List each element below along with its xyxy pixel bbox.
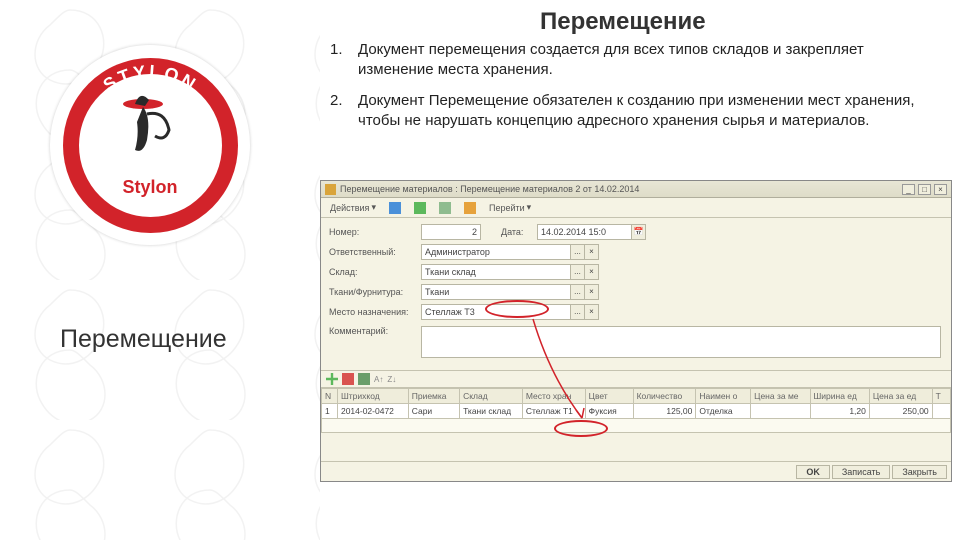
bottom-bar: OK Записать Закрыть: [321, 461, 951, 481]
toolbar-btn-4[interactable]: [459, 200, 481, 216]
add-row-icon[interactable]: [326, 373, 338, 385]
dest-select-button[interactable]: ...: [571, 304, 585, 320]
toolbar-btn-2[interactable]: [409, 200, 431, 216]
report-icon: [464, 202, 476, 214]
edit-row-icon[interactable]: [358, 373, 370, 385]
logo-brand: Stylon: [115, 177, 185, 198]
side-title: Перемещение: [60, 325, 227, 354]
number-label: Номер:: [329, 227, 421, 237]
refresh-icon: [439, 202, 451, 214]
ok-button[interactable]: OK: [796, 465, 830, 479]
comment-input[interactable]: [421, 326, 941, 358]
date-picker-button[interactable]: 📅: [632, 224, 646, 240]
titlebar: Перемещение материалов : Перемещение мат…: [321, 181, 951, 198]
resp-select-button[interactable]: ...: [571, 244, 585, 260]
sort-asc-icon[interactable]: A↑: [374, 375, 383, 384]
table-row-empty[interactable]: [322, 419, 951, 433]
sklad-clear-button[interactable]: ×: [585, 264, 599, 280]
resp-clear-button[interactable]: ×: [585, 244, 599, 260]
save-button[interactable]: Записать: [832, 465, 890, 479]
maximize-button[interactable]: □: [918, 184, 931, 195]
go-menu[interactable]: Перейти ▾: [484, 200, 536, 215]
bullet-2: 2. Документ Перемещение обязателен к соз…: [330, 91, 940, 132]
close-dialog-button[interactable]: Закрыть: [892, 465, 947, 479]
post-icon: [414, 202, 426, 214]
logo: STYLON ШВЕЙНОЕ ПРОИЗВОДСТВО Stylon: [50, 45, 250, 245]
dest-input[interactable]: Стеллаж Т3: [421, 304, 571, 320]
comment-label: Комментарий:: [329, 326, 421, 336]
data-grid[interactable]: N Штрихкод Приемка Склад Место хран Цвет…: [321, 388, 951, 433]
bullet-list: 1. Документ перемещения создается для вс…: [330, 40, 940, 141]
sklad-input[interactable]: Ткани склад: [421, 264, 571, 280]
date-input[interactable]: 14.02.2014 15:0: [537, 224, 632, 240]
sort-desc-icon[interactable]: Z↓: [387, 375, 396, 384]
grid-header-row: N Штрихкод Приемка Склад Место хран Цвет…: [322, 389, 951, 404]
number-input[interactable]: 2: [421, 224, 481, 240]
app-window: Перемещение материалов : Перемещение мат…: [320, 180, 952, 482]
svg-text:STYLON: STYLON: [99, 61, 201, 95]
window-icon: [325, 184, 336, 195]
resp-label: Ответственный:: [329, 247, 421, 257]
bullet-1: 1. Документ перемещения создается для вс…: [330, 40, 940, 81]
sklad-label: Склад:: [329, 267, 421, 277]
tkani-clear-button[interactable]: ×: [585, 284, 599, 300]
tkani-input[interactable]: Ткани: [421, 284, 571, 300]
page-title: Перемещение: [540, 8, 706, 36]
minimize-button[interactable]: _: [902, 184, 915, 195]
save-icon: [389, 202, 401, 214]
toolbar: Действия ▾ Перейти ▾: [321, 198, 951, 218]
dest-label: Место назначения:: [329, 307, 421, 317]
dest-clear-button[interactable]: ×: [585, 304, 599, 320]
logo-ring-top: STYLON: [99, 61, 201, 95]
resp-input[interactable]: Администратор: [421, 244, 571, 260]
toolbar-btn-1[interactable]: [384, 200, 406, 216]
window-title: Перемещение материалов : Перемещение мат…: [340, 184, 902, 194]
grid-toolbar: A↑ Z↓: [321, 370, 951, 388]
tkani-label: Ткани/Фурнитура:: [329, 287, 421, 297]
toolbar-btn-3[interactable]: [434, 200, 456, 216]
actions-menu[interactable]: Действия ▾: [325, 200, 381, 215]
date-label: Дата:: [501, 227, 537, 237]
sklad-select-button[interactable]: ...: [571, 264, 585, 280]
tkani-select-button[interactable]: ...: [571, 284, 585, 300]
close-button[interactable]: ×: [934, 184, 947, 195]
delete-row-icon[interactable]: [342, 373, 354, 385]
table-row[interactable]: 1 2014-02-0472 Сари Ткани склад Стеллаж …: [322, 404, 951, 419]
